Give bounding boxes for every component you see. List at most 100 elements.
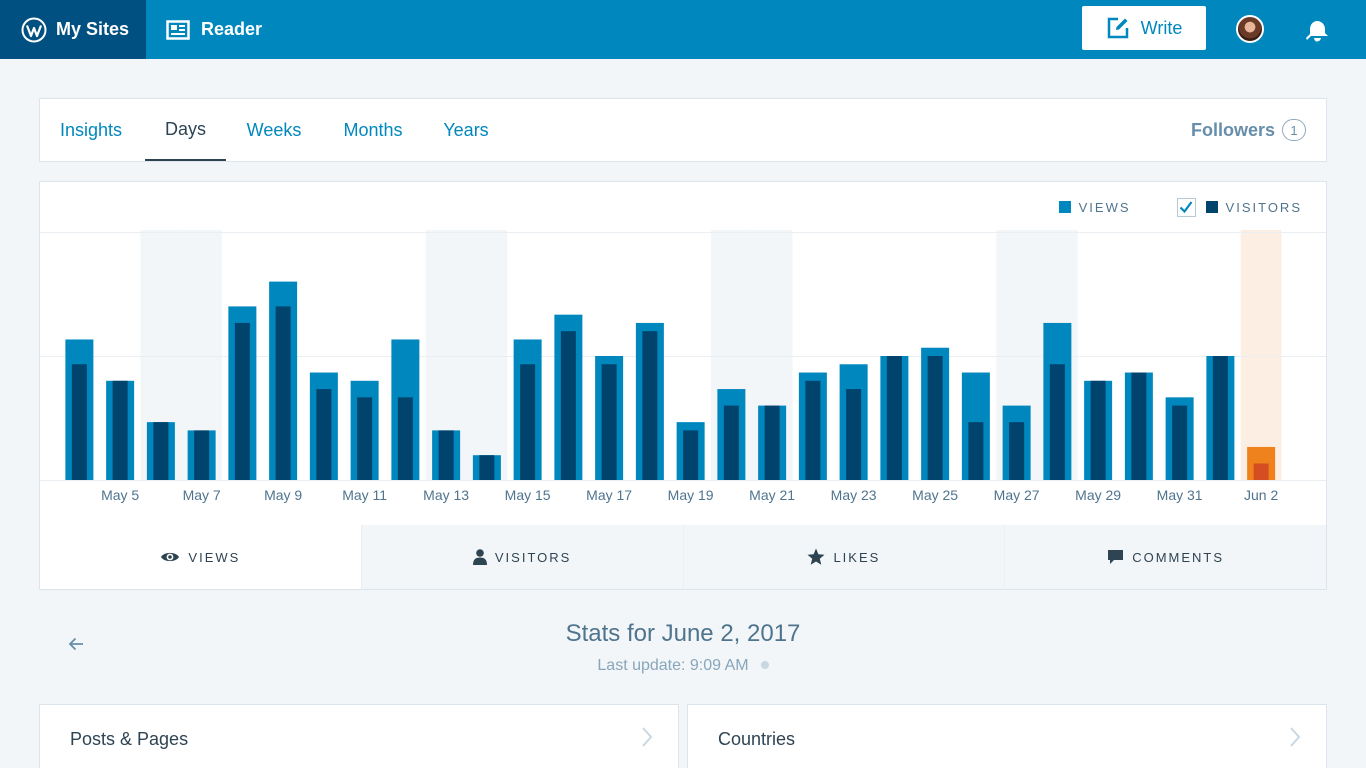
visitors-bar	[805, 380, 821, 480]
legend-views: VIEWS	[1058, 199, 1131, 215]
visitors-bar	[560, 331, 576, 480]
tab-months[interactable]: Months	[330, 99, 416, 161]
notifications-bell-icon[interactable]	[1303, 16, 1331, 44]
star-icon	[807, 548, 825, 565]
legend-visitors-swatch	[1205, 201, 1218, 213]
visitors-bar	[1131, 372, 1147, 480]
visitors-bar	[438, 430, 454, 480]
visitors-bar	[1049, 364, 1065, 480]
chart-tab-views[interactable]: VIEWS	[40, 525, 361, 589]
wordpress-logo-icon	[21, 17, 47, 42]
followers-label: Followers	[1190, 119, 1275, 140]
tab-years[interactable]: Years	[434, 99, 498, 161]
visitors-bar	[112, 380, 128, 480]
views-bar-chart[interactable]: May 5 May 7 May 9 May 11 May 13 May 15 May 17 M…	[40, 230, 1326, 526]
comment-icon	[1108, 550, 1124, 564]
weekend-band	[466, 230, 508, 480]
visitors-bar	[1172, 405, 1188, 480]
legend-views-label: VIEWS	[1078, 199, 1131, 215]
x-tick-label: May 27	[994, 487, 1040, 503]
visitors-bar	[520, 364, 536, 480]
x-tick-label: May 19	[668, 487, 714, 503]
chart-tab-likes[interactable]: LIKES	[682, 525, 1005, 589]
x-tick-label: May 17	[586, 487, 632, 503]
x-tick-label: May 15	[505, 487, 551, 503]
x-tick-label: May 21	[749, 487, 795, 503]
x-tick-label: May 5	[101, 487, 139, 503]
visitors-bar	[357, 397, 373, 480]
posts-pages-module[interactable]: Posts & Pages	[39, 704, 679, 768]
legend-views-swatch	[1058, 201, 1071, 213]
last-update: Last update: 9:09 AM	[0, 657, 1366, 675]
my-sites-button[interactable]: My Sites	[0, 0, 146, 59]
chart-legend: VIEWS VISITORS	[1058, 197, 1302, 217]
stats-chart-card: VIEWS VISITORS May 5 May 7 May 9 May 11 May …	[39, 181, 1327, 590]
write-label: Write	[1140, 17, 1183, 38]
visitors-bar	[642, 331, 658, 480]
eye-icon	[161, 552, 180, 562]
chart-tab-comments-label: COMMENTS	[1132, 549, 1225, 565]
reader-icon	[166, 19, 190, 40]
followers-link[interactable]: Followers 1	[1191, 99, 1306, 161]
reader-button[interactable]: Reader	[166, 0, 262, 59]
status-dot	[760, 661, 769, 669]
reader-label: Reader	[201, 19, 263, 39]
legend-visitors: VISITORS	[1205, 199, 1302, 215]
my-sites-label: My Sites	[56, 19, 130, 39]
visitors-bar	[846, 389, 862, 480]
chart-type-tabs: VIEWS VISITORS LIKES COMMENTS	[40, 525, 1326, 589]
visitors-bar	[968, 422, 984, 480]
chevron-right-icon	[1290, 727, 1301, 747]
visitors-bar	[153, 422, 169, 480]
tab-days[interactable]: Days	[145, 99, 226, 161]
write-button[interactable]: Write	[1082, 6, 1206, 50]
chart-tab-comments[interactable]: COMMENTS	[1004, 525, 1326, 589]
visitors-bar	[764, 405, 780, 480]
visitors-bar	[275, 306, 291, 480]
visitors-bar	[1212, 356, 1228, 480]
avatar[interactable]	[1236, 15, 1264, 43]
x-tick-label: May 11	[342, 487, 387, 503]
visitors-bar	[397, 397, 413, 480]
visitors-bar	[234, 322, 250, 480]
visitors-bar	[1253, 463, 1269, 480]
x-tick-label: May 7	[183, 487, 221, 503]
followers-count-badge: 1	[1282, 119, 1306, 141]
chart-tab-visitors-label: VISITORS	[494, 549, 572, 565]
x-tick-label: Jun 2	[1244, 487, 1278, 503]
visitors-bar	[1009, 422, 1025, 480]
visitors-bar	[1090, 380, 1106, 480]
visitors-bar	[723, 405, 739, 480]
masterbar: My Sites Reader Write	[0, 0, 1366, 59]
visitors-bar	[683, 430, 699, 480]
visitors-bar	[886, 356, 902, 480]
visitors-bar	[71, 364, 87, 480]
last-update-text: Last update: 9:09 AM	[597, 657, 749, 674]
visitors-bar	[479, 455, 495, 480]
countries-label: Countries	[718, 728, 796, 749]
visitors-bar	[927, 356, 943, 480]
chart-tab-views-label: VIEWS	[188, 549, 241, 565]
visitors-bar	[316, 389, 332, 480]
write-icon	[1107, 17, 1128, 39]
checkmark-icon	[1179, 201, 1193, 214]
x-tick-label: May 29	[1075, 487, 1121, 503]
person-icon	[472, 549, 487, 565]
posts-pages-label: Posts & Pages	[70, 728, 189, 749]
visitors-bar	[194, 430, 210, 480]
chevron-right-icon	[642, 727, 653, 747]
visitors-checkbox[interactable]	[1176, 197, 1196, 217]
visitors-bar	[601, 364, 617, 480]
chart-tab-visitors[interactable]: VISITORS	[360, 525, 683, 589]
legend-visitors-label: VISITORS	[1225, 199, 1302, 215]
tab-weeks[interactable]: Weeks	[236, 99, 312, 161]
x-tick-label: May 31	[1157, 487, 1203, 503]
stats-title: Stats for June 2, 2017	[565, 620, 801, 647]
x-tick-label: May 13	[423, 487, 469, 503]
x-tick-label: May 9	[264, 487, 302, 503]
period-tabs-card: Insights Days Weeks Months Years Followe…	[39, 98, 1327, 162]
chart-tab-likes-label: LIKES	[833, 549, 881, 565]
x-tick-label: May 23	[831, 487, 877, 503]
selected-day-band	[1240, 230, 1282, 480]
countries-module[interactable]: Countries	[687, 704, 1327, 768]
